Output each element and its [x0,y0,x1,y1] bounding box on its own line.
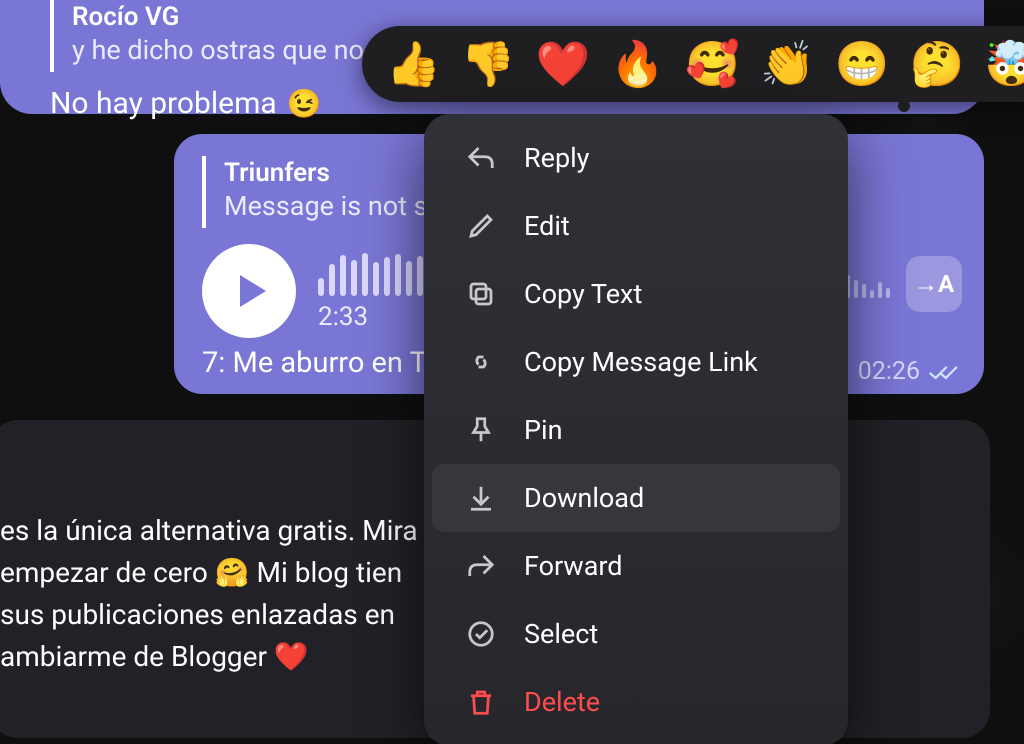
play-button[interactable] [202,244,296,338]
reaction-heart[interactable]: ❤️ [536,42,591,86]
menu-item-select[interactable]: Select [432,600,840,668]
reaction-fire[interactable]: 🔥 [610,42,665,86]
menu-item-download[interactable]: Download [432,464,840,532]
transcribe-label: →A [914,270,954,299]
menu-item-pin[interactable]: Pin [432,396,840,464]
menu-label: Select [524,618,598,650]
menu-item-copy-link[interactable]: Copy Message Link [432,328,840,396]
menu-label: Download [524,482,644,514]
menu-label: Reply [524,142,589,174]
reaction-thinking[interactable]: 🤔 [910,42,965,86]
reaction-exploding-head[interactable]: 🤯 [984,42,1024,86]
menu-item-delete[interactable]: Delete [432,668,840,736]
download-icon [466,483,496,513]
menu-item-forward[interactable]: Forward [432,532,840,600]
menu-label: Copy Message Link [524,346,758,378]
trash-icon [466,687,496,717]
menu-label: Delete [524,686,600,718]
menu-label: Edit [524,210,570,242]
link-icon [466,347,496,377]
message-time: 02:26 [858,357,920,386]
copy-icon [466,279,496,309]
menu-anchor-icon [898,100,910,112]
reaction-picker[interactable]: 👍 👎 ❤️ 🔥 🥰 👏 😁 🤔 🤯 [362,26,1024,102]
menu-item-copy-text[interactable]: Copy Text [432,260,840,328]
message-context-menu: Reply Edit Copy Text Copy Message Link P… [424,114,848,744]
wink-emoji: 😉 [287,87,322,120]
pin-icon [466,415,496,445]
message-text: No hay problema [50,86,277,121]
pencil-icon [466,211,496,241]
menu-item-edit[interactable]: Edit [432,192,840,260]
read-ticks-icon [928,362,962,382]
voice-to-text-button[interactable]: →A [906,256,962,312]
menu-label: Pin [524,414,563,446]
menu-label: Copy Text [524,278,642,310]
reaction-thumbs-up[interactable]: 👍 [386,42,441,86]
check-circle-icon [466,619,496,649]
reply-icon [466,143,496,173]
reaction-clap[interactable]: 👏 [760,42,815,86]
forward-icon [466,551,496,581]
reaction-grin[interactable]: 😁 [835,42,890,86]
menu-label: Forward [524,550,623,582]
reaction-thumbs-down[interactable]: 👎 [461,42,516,86]
menu-item-reply[interactable]: Reply [432,124,840,192]
play-icon [232,271,272,311]
reaction-smiling-hearts[interactable]: 🥰 [685,42,740,86]
